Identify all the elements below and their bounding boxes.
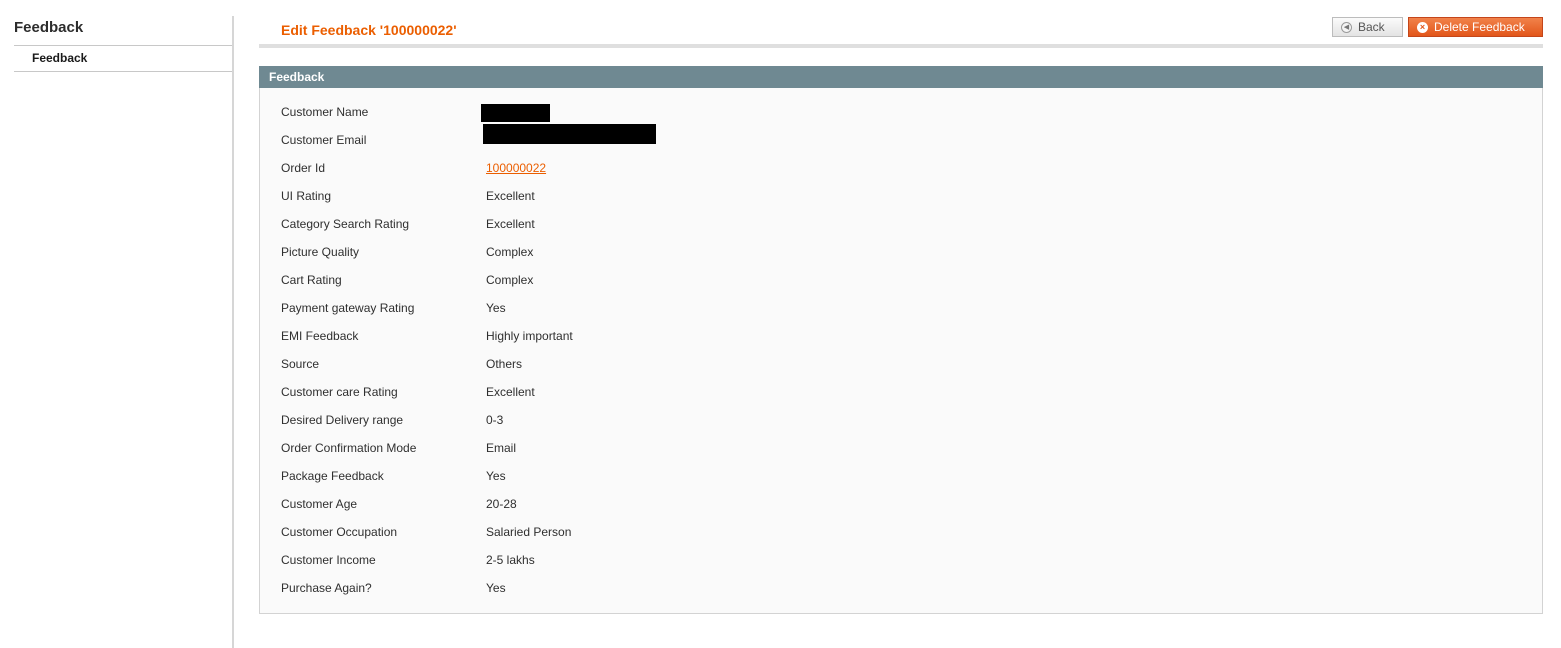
delete-feedback-button[interactable]: × Delete Feedback <box>1408 17 1543 37</box>
field-label: UI Rating <box>281 189 332 203</box>
field-label: Cart Rating <box>281 273 342 287</box>
field-label: Picture Quality <box>281 245 360 259</box>
delete-x-icon: × <box>1417 21 1428 33</box>
back-button-label: Back <box>1358 20 1385 34</box>
field-row: Category Search Rating Excellent <box>281 217 981 233</box>
field-row: Order Confirmation Mode Email <box>281 441 981 457</box>
field-value: Excellent <box>486 385 535 399</box>
field-row: Picture Quality Complex <box>281 245 981 261</box>
customer-email-redacted <box>483 124 656 144</box>
field-row: Source Others <box>281 357 981 373</box>
field-row: Payment gateway Rating Yes <box>281 301 981 317</box>
feedback-details-panel: Customer Name Customer Email Order Id 10000… <box>259 88 1543 614</box>
field-label: Customer Email <box>281 133 367 147</box>
field-value: 20-28 <box>486 497 517 511</box>
field-value: Salaried Person <box>486 525 572 539</box>
field-label: Customer Name <box>281 105 369 119</box>
field-value: Complex <box>486 245 534 259</box>
field-value: Yes <box>486 469 506 483</box>
back-arrow-icon: ◀ <box>1341 21 1352 33</box>
field-label: Customer Age <box>281 497 358 511</box>
field-row: Cart Rating Complex <box>281 273 981 289</box>
sidebar-border <box>232 16 234 648</box>
field-row: Customer care Rating Excellent <box>281 385 981 401</box>
sidebar-item-feedback[interactable]: Feedback <box>32 51 87 65</box>
field-label: Source <box>281 357 320 371</box>
field-value: Others <box>486 357 523 371</box>
field-label: Customer Income <box>281 553 376 567</box>
field-label: Order Confirmation Mode <box>281 441 417 455</box>
field-label: Package Feedback <box>281 469 384 483</box>
field-label: Purchase Again? <box>281 581 372 595</box>
panel-header: Feedback <box>259 66 1543 88</box>
field-label: Category Search Rating <box>281 217 410 231</box>
sidebar: Feedback Feedback <box>0 0 232 648</box>
customer-name-redacted <box>481 104 550 122</box>
field-value: 100000022 <box>486 161 546 175</box>
field-row: Desired Delivery range 0-3 <box>281 413 981 429</box>
field-value: Email <box>486 441 517 455</box>
back-button[interactable]: ◀ Back <box>1332 17 1403 37</box>
field-label: EMI Feedback <box>281 329 359 343</box>
sidebar-divider <box>14 45 232 46</box>
field-label: Payment gateway Rating <box>281 301 415 315</box>
field-value: Excellent <box>486 217 535 231</box>
field-value: 0-3 <box>486 413 504 427</box>
delete-button-label: Delete Feedback <box>1434 20 1525 34</box>
page-title: Edit Feedback '100000022' <box>281 22 457 38</box>
field-value: Complex <box>486 273 534 287</box>
field-label: Customer care Rating <box>281 385 398 399</box>
field-row: Package Feedback Yes <box>281 469 981 485</box>
field-row: Customer Age 20-28 <box>281 497 981 513</box>
field-label: Desired Delivery range <box>281 413 404 427</box>
field-row: Customer Email <box>281 124 981 149</box>
field-value: 2-5 lakhs <box>486 553 535 567</box>
field-row: Customer Name <box>281 104 981 122</box>
sidebar-title: Feedback <box>14 19 84 36</box>
field-row: EMI Feedback Highly important <box>281 329 981 345</box>
header-divider <box>259 44 1543 48</box>
field-label: Customer Occupation <box>281 525 398 539</box>
field-value: Yes <box>486 581 506 595</box>
field-row: Purchase Again? Yes <box>281 581 981 597</box>
field-row: Customer Income 2-5 lakhs <box>281 553 981 569</box>
sidebar-divider <box>14 71 232 72</box>
field-value: Highly important <box>486 329 573 343</box>
field-row: Customer Occupation Salaried Person <box>281 525 981 541</box>
field-label: Order Id <box>281 161 326 175</box>
field-row: Order Id 100000022 <box>281 161 981 177</box>
field-row: UI Rating Excellent <box>281 189 981 205</box>
field-value: Excellent <box>486 189 535 203</box>
order-id-link[interactable]: 100000022 <box>486 161 546 175</box>
field-value: Yes <box>486 301 506 315</box>
